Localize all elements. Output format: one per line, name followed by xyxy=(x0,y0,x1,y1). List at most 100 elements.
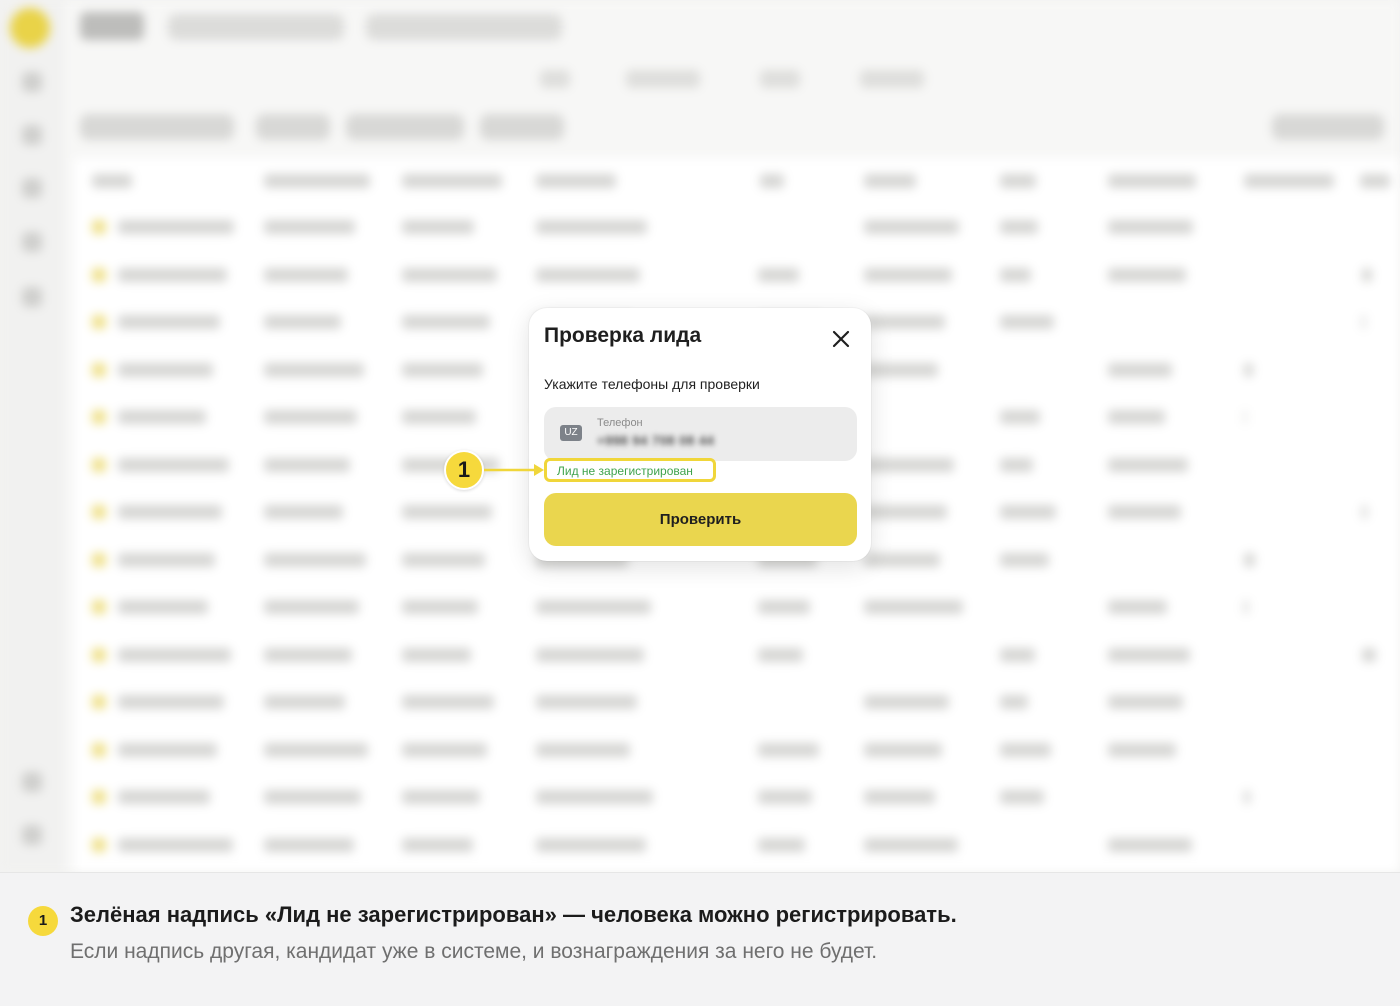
sidebar-icon xyxy=(22,178,42,198)
table-cell xyxy=(536,790,653,804)
table-cell xyxy=(264,315,341,329)
table-header-cell xyxy=(864,174,916,188)
tab xyxy=(760,70,800,88)
table-cell xyxy=(118,790,210,804)
table-header-cell xyxy=(92,174,132,188)
sidebar-icon xyxy=(22,72,42,92)
table-cell xyxy=(1108,362,1172,377)
table-cell xyxy=(758,267,799,282)
table-cell xyxy=(402,362,483,377)
table-cell xyxy=(118,220,234,234)
sidebar-icon xyxy=(22,772,42,792)
table-cell xyxy=(1000,410,1040,424)
table-cell xyxy=(1000,220,1038,234)
table-cell xyxy=(118,552,215,567)
page-title xyxy=(80,12,144,40)
table-cell xyxy=(1108,220,1193,234)
table-cell xyxy=(264,410,357,424)
table-header-cell xyxy=(536,174,616,188)
filter-chip xyxy=(346,114,464,140)
table-cell xyxy=(264,267,348,282)
country-code-badge[interactable]: UZ xyxy=(560,425,582,441)
table-header-cell xyxy=(264,174,370,188)
table-cell xyxy=(1244,552,1255,567)
table-cell xyxy=(864,552,940,567)
table-cell xyxy=(402,220,474,234)
table-cell xyxy=(402,267,497,282)
check-button[interactable]: Проверить xyxy=(544,493,857,546)
table-cell xyxy=(1108,457,1188,472)
table-cell xyxy=(264,362,364,377)
table-cell xyxy=(864,362,938,377)
table-cell xyxy=(1000,790,1044,804)
table-cell xyxy=(1000,695,1028,709)
table-cell xyxy=(118,505,222,519)
table-cell xyxy=(1362,315,1365,329)
table-cell xyxy=(264,647,352,662)
table-cell xyxy=(1108,837,1192,852)
table-cell xyxy=(864,267,952,282)
table-cell xyxy=(864,837,958,852)
table-cell xyxy=(864,457,954,472)
table-cell xyxy=(758,742,819,757)
table-cell xyxy=(758,647,803,662)
table-cell xyxy=(1244,362,1253,377)
table-cell xyxy=(1000,647,1035,662)
table-cell xyxy=(118,410,206,424)
table-cell xyxy=(536,267,640,282)
table-cell xyxy=(402,505,492,519)
table-cell xyxy=(118,742,217,757)
favorite-star-icon xyxy=(92,362,106,377)
table-cell xyxy=(402,410,476,424)
table-cell xyxy=(402,552,485,567)
table-cell xyxy=(118,315,220,329)
table-cell xyxy=(264,457,350,472)
table-cell xyxy=(118,362,213,377)
table-cell xyxy=(402,647,471,662)
callout-marker: 1 xyxy=(444,450,484,490)
table-cell xyxy=(402,695,494,709)
table-cell xyxy=(864,505,947,519)
table-cell xyxy=(864,742,942,757)
sidebar xyxy=(0,0,64,872)
table-cell xyxy=(536,742,630,757)
phone-field-label: Телефон xyxy=(597,417,643,429)
table-header-cell xyxy=(1244,174,1334,188)
table-header-cell xyxy=(1000,174,1036,188)
table-cell xyxy=(264,505,343,519)
lead-check-modal: Проверка лида Укажите телефоны для прове… xyxy=(529,308,871,561)
table-cell xyxy=(1108,267,1186,282)
modal-title: Проверка лида xyxy=(544,324,702,347)
phone-field[interactable]: UZ Телефон +998 94 708 08 44 xyxy=(544,407,857,461)
table-cell xyxy=(536,695,637,709)
table-cell xyxy=(118,267,227,282)
table-cell xyxy=(264,837,354,852)
table-cell xyxy=(1108,695,1183,709)
table-cell xyxy=(1244,790,1250,804)
table-cell xyxy=(864,790,935,804)
table-cell xyxy=(758,837,805,852)
favorite-star-icon xyxy=(92,457,106,472)
caption-body: Если надпись другая, кандидат уже в сист… xyxy=(70,940,878,963)
table-cell xyxy=(118,695,224,709)
table-header-cell xyxy=(1108,174,1196,188)
table-cell xyxy=(1244,410,1246,424)
table-cell xyxy=(118,457,229,472)
table-cell xyxy=(864,600,963,614)
tab xyxy=(860,70,924,88)
table-cell xyxy=(536,647,644,662)
table-cell xyxy=(864,315,945,329)
favorite-star-icon xyxy=(92,315,106,329)
favorite-star-icon xyxy=(92,220,106,234)
tab xyxy=(540,70,570,88)
table-cell xyxy=(1108,410,1165,424)
table-header-cell xyxy=(1360,174,1390,188)
filter-chip xyxy=(80,114,234,140)
close-icon[interactable] xyxy=(828,326,854,352)
header-chip xyxy=(366,14,562,40)
phone-field-value[interactable]: +998 94 708 08 44 xyxy=(597,433,714,448)
table-cell xyxy=(118,647,231,662)
table-cell xyxy=(402,790,480,804)
table-cell xyxy=(1000,552,1049,567)
table-cell xyxy=(1108,505,1181,519)
